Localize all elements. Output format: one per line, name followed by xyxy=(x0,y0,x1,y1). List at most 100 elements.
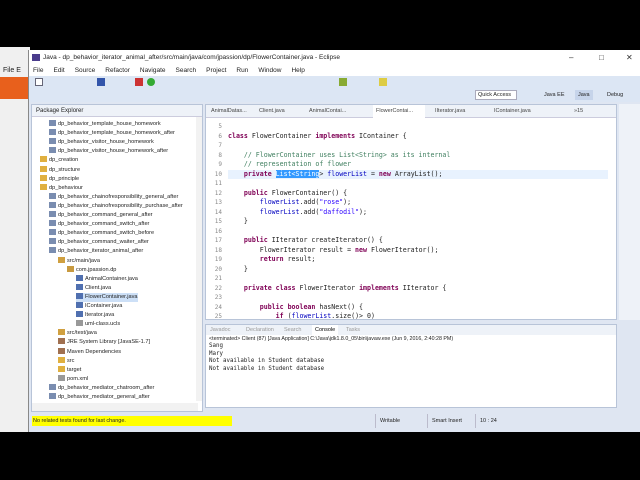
maximize-button[interactable]: □ xyxy=(599,50,604,65)
save-icon[interactable] xyxy=(97,78,105,86)
tree-item-label: dp_behavior_command_switch_after xyxy=(58,221,150,228)
tree-item-label: dp_behavior_mediator_general_after xyxy=(58,394,150,400)
editor-tab[interactable]: Client.java xyxy=(256,105,308,118)
status-insert-mode: Smart Insert xyxy=(427,414,462,428)
console-tab[interactable]: Tasks xyxy=(346,325,360,335)
editor-tabs: AnimalDatas... Client.java AnimalContai...… xyxy=(206,105,616,118)
tree-item[interactable]: com.jpassion.dp xyxy=(67,265,116,275)
search-icon[interactable] xyxy=(379,78,387,86)
tree-item[interactable]: src/test/java xyxy=(58,329,97,338)
line-number: 19 xyxy=(214,256,222,263)
tree-item[interactable]: uml-class.ucls xyxy=(76,320,120,329)
eclipse-icon xyxy=(32,54,40,61)
tree-item[interactable]: dp_behavior_chainofresponsibility_genera… xyxy=(49,192,179,202)
tree-item-label: dp_behavior_template_house_homework_afte… xyxy=(58,130,175,137)
tree-item[interactable]: FlowerContainer.java xyxy=(76,292,138,302)
tree-item-label: Iterator.java xyxy=(85,312,115,319)
tree-item[interactable]: src/main/java xyxy=(58,256,100,266)
debug-icon[interactable] xyxy=(135,78,143,86)
tree-item-label: src/test/java xyxy=(67,330,97,337)
project-icon xyxy=(49,238,56,245)
tree-item[interactable]: target xyxy=(58,365,81,375)
tree-item[interactable]: dp_behavior_command_switch_after xyxy=(49,220,149,229)
menu-run[interactable]: Run xyxy=(236,67,248,74)
tree-item[interactable]: dp_behavior_template_house_homework_afte… xyxy=(49,129,175,138)
perspective-java-ee[interactable]: Java EE xyxy=(541,90,567,100)
file-icon xyxy=(76,320,83,327)
tree-item[interactable]: dp_behavior_iterator_animal_after xyxy=(49,247,143,256)
tree-item[interactable]: dp_behavior_mediator_general_after xyxy=(49,393,150,402)
tree-item[interactable]: dp_behavior_visitor_house_homework_after xyxy=(49,147,168,156)
editor-tab[interactable]: IContainer.java xyxy=(491,105,547,118)
tree-item[interactable]: dp_behavior_command_switch_before xyxy=(49,229,154,238)
run-icon[interactable] xyxy=(147,78,155,86)
window-title: Java - dp_behavior_iterator_animal_after… xyxy=(43,54,340,61)
menu-help[interactable]: Help xyxy=(291,67,304,74)
tree-hscrollbar[interactable] xyxy=(32,403,198,411)
tree-item-label: dp_behavior_mediator_chatroom_after xyxy=(58,384,155,391)
tree-item[interactable]: AnimalContainer.java xyxy=(76,274,138,284)
line-number: 10 xyxy=(214,170,222,178)
new-icon[interactable] xyxy=(35,78,43,86)
status-cursor-position: 10 : 24 xyxy=(475,414,497,428)
java-icon xyxy=(76,274,83,281)
line-number: 17 xyxy=(214,237,222,244)
tree-item[interactable]: dp_structure xyxy=(40,165,80,175)
tree-item[interactable]: IContainer.java xyxy=(76,302,122,311)
menu-navigate[interactable]: Navigate xyxy=(140,67,166,74)
line-number: 11 xyxy=(214,180,222,187)
tree-item-label: dp_behavior_visitor_house_homework_after xyxy=(58,148,169,155)
tree-item-label: src/main/java xyxy=(67,257,100,264)
tree-item[interactable]: dp_behavior_chainofresponsibility_purcha… xyxy=(49,201,183,211)
tree-item[interactable]: dp_principle xyxy=(40,174,80,184)
status-writable: Writable xyxy=(375,414,400,428)
console-tab[interactable]: Declaration xyxy=(246,325,274,335)
console-tab[interactable]: Search xyxy=(284,325,301,335)
code-line: class FlowerContainer implements IContai… xyxy=(228,131,407,140)
close-button[interactable]: ✕ xyxy=(626,50,633,65)
tree-item[interactable]: pom.xml xyxy=(58,374,88,384)
menu-project[interactable]: Project xyxy=(206,67,226,74)
menu-source[interactable]: Source xyxy=(75,67,96,74)
console-tab[interactable]: Javadoc xyxy=(210,325,231,335)
code-line: public FlowerContainer() { xyxy=(243,188,348,197)
tree-scrollbar[interactable] xyxy=(196,117,202,401)
tree-item[interactable]: dp_creation xyxy=(40,156,78,165)
quick-access-input[interactable]: Quick Access xyxy=(475,90,517,100)
tree-item-label: dp_behavior_template_house_homework xyxy=(58,121,161,127)
editor-tab[interactable]: AnimalContai... xyxy=(306,105,358,118)
tree-item-label: uml-class.ucls xyxy=(85,321,121,328)
perspective-java[interactable]: Java xyxy=(575,90,593,100)
menu-edit[interactable]: Edit xyxy=(53,67,64,74)
console-tab[interactable]: Console xyxy=(312,325,339,335)
minimize-button[interactable]: – xyxy=(569,50,573,65)
code-line: private class FlowerIterator implements … xyxy=(243,283,447,292)
folder-icon xyxy=(40,165,47,172)
tree-item[interactable]: Maven Dependencies xyxy=(58,347,121,357)
tree-item-label: dp_principle xyxy=(49,175,80,182)
editor-tab[interactable]: IIterator.java xyxy=(432,105,484,118)
menu-window[interactable]: Window xyxy=(258,67,281,74)
tab-overflow-button[interactable]: »15 xyxy=(571,105,583,118)
console-output[interactable]: Sang Mary Not available in Student databas… xyxy=(206,343,616,373)
menu-refactor[interactable]: Refactor xyxy=(105,67,130,74)
editor-tab[interactable]: AnimalDatas... xyxy=(208,105,260,118)
tree-item[interactable]: Iterator.java xyxy=(76,311,114,320)
package-explorer-title: Package Explorer xyxy=(36,108,84,114)
tree-item[interactable]: src xyxy=(58,356,74,366)
open-type-icon[interactable] xyxy=(339,78,347,86)
perspective-debug[interactable]: Debug xyxy=(604,90,626,100)
tree-item[interactable]: Client.java xyxy=(76,283,111,293)
tree-item[interactable]: JRE System Library [JavaSE-1.7] xyxy=(58,338,150,347)
tree-item[interactable]: dp_behavior_command_general_after xyxy=(49,211,153,220)
tree-item[interactable]: dp_behavior_mediator_chatroom_after xyxy=(49,383,155,393)
tree-item[interactable]: dp_behavior_visitor_house_homework xyxy=(49,138,154,147)
tree-item[interactable]: dp_behaviour xyxy=(40,183,83,193)
tree-item[interactable]: dp_behavior_template_house_homework xyxy=(49,120,161,129)
editor-tab[interactable]: FlowerContai... xyxy=(373,105,425,118)
tree-item[interactable]: dp_behavior_command_waiter_after xyxy=(49,238,149,247)
tree-item-label: dp_behavior_chainofresponsibility_genera… xyxy=(58,193,179,200)
folder-icon xyxy=(40,174,47,181)
menu-file[interactable]: File xyxy=(33,67,43,74)
menu-search[interactable]: Search xyxy=(176,67,197,74)
